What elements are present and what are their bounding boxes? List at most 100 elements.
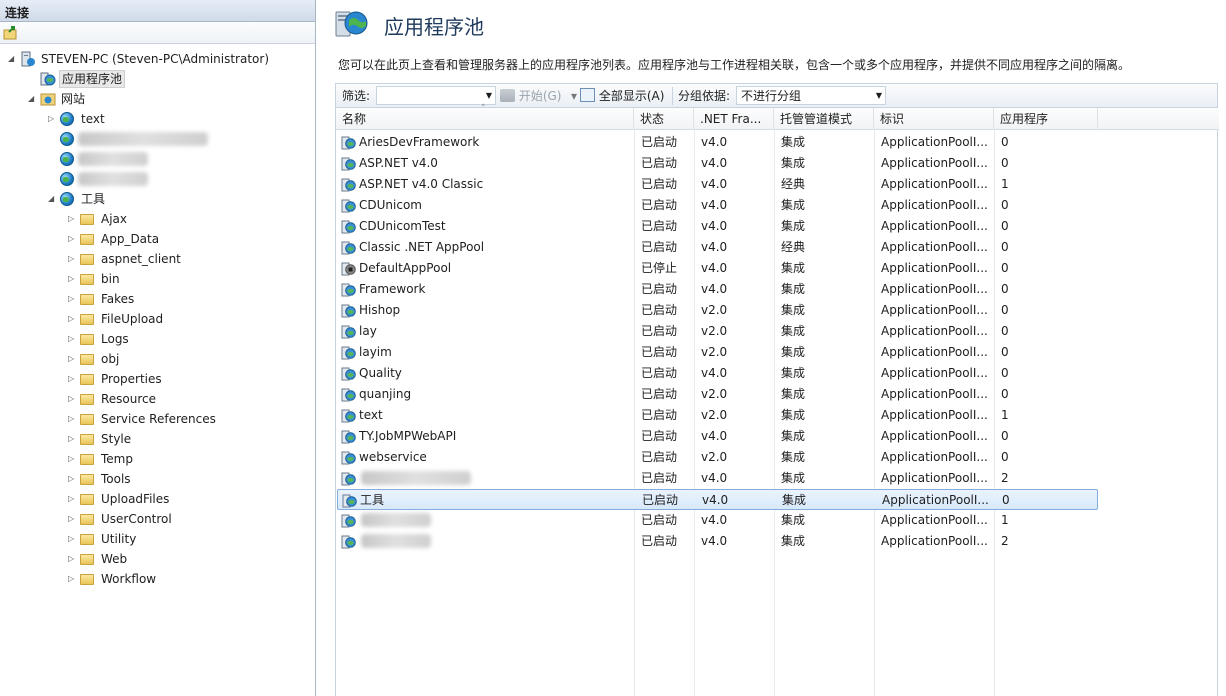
column-header[interactable]: 应用程序 — [994, 108, 1098, 130]
tree-node-label: Ajax — [101, 212, 127, 226]
expander-icon[interactable]: ▷ — [68, 550, 77, 568]
table-cell: v2.0 — [701, 303, 728, 317]
expander-icon[interactable]: ▷ — [68, 410, 77, 428]
table-row[interactable]: DefaultAppPool 已停止 v4.0 集成 ApplicationPoolI.… — [337, 258, 1098, 279]
table-row[interactable]: Quality 已启动 v4.0 集成 ApplicationPoolI... 0 — [337, 363, 1098, 384]
tree-node-label: Workflow — [101, 572, 157, 586]
expander-icon[interactable]: ◢ — [48, 190, 57, 208]
table-cell: 0 — [1001, 345, 1009, 359]
table-row[interactable]: lay 已启动 v2.0 集成 ApplicationPoolI... 0 — [337, 321, 1098, 342]
table-cell: 0 — [1001, 324, 1009, 338]
table-row[interactable]: ASP.NET v4.0 Classic 已启动 v4.0 经典 Application… — [337, 174, 1098, 195]
show-all-button[interactable]: 全部显示(A) — [580, 88, 664, 104]
table-cell: Hishop — [359, 303, 401, 317]
expander-icon[interactable]: ▷ — [68, 470, 77, 488]
table-cell: v4.0 — [701, 135, 728, 149]
table-cell: TY.JobMPWebAPI — [359, 429, 457, 443]
folder-icon — [80, 251, 96, 267]
expander-icon[interactable]: ▷ — [68, 330, 77, 348]
table-cell: 工具 — [360, 493, 385, 507]
tree-node-label: Temp — [101, 452, 133, 466]
expander-icon[interactable]: ▷ — [68, 230, 77, 248]
table-row[interactable]: CDUnicomTest 已启动 v4.0 集成 ApplicationPoolI...… — [337, 216, 1098, 237]
folder-icon — [80, 311, 96, 327]
expander-icon[interactable]: ▷ — [68, 490, 77, 508]
expander-icon[interactable]: ◢ — [28, 90, 37, 108]
table-cell: v4.0 — [701, 240, 728, 254]
table-cell: 集成 — [781, 324, 806, 338]
groupby-select[interactable]: 不进行分组 ▼ — [736, 86, 886, 105]
table-row[interactable]: 工具 已启动 v4.0 集成 ApplicationPoolI... 0 — [337, 489, 1098, 510]
table-row[interactable]: Hishop 已启动 v2.0 集成 ApplicationPoolI... 0 — [337, 300, 1098, 321]
table-cell: v2.0 — [701, 345, 728, 359]
app-pool-icon — [341, 450, 356, 465]
connections-toolbar — [0, 22, 315, 44]
table-cell: 集成 — [781, 303, 806, 317]
table-row[interactable]: Framework 已启动 v4.0 集成 ApplicationPoolI... 0 — [337, 279, 1098, 300]
table-cell: 已启动 — [642, 493, 679, 507]
folder-icon — [80, 231, 96, 247]
table-row[interactable]: Classic .NET AppPool 已启动 v4.0 经典 Application… — [337, 237, 1098, 258]
expander-icon[interactable]: ▷ — [48, 110, 57, 128]
table-row[interactable]: text 已启动 v2.0 集成 ApplicationPoolI... 1 — [337, 405, 1098, 426]
column-header[interactable]: 托管管道模式 — [774, 108, 874, 130]
table-cell: 已启动 — [641, 198, 678, 212]
table-cell: ApplicationPoolI... — [881, 324, 988, 338]
folder-icon — [80, 351, 96, 367]
redacted-label — [78, 152, 148, 166]
expander-icon[interactable]: ▷ — [68, 310, 77, 328]
table-row[interactable]: 已启动 v4.0 集成 ApplicationPoolI... 2 — [337, 468, 1098, 489]
table-cell: 1 — [1001, 408, 1009, 422]
table-cell: 0 — [1001, 240, 1009, 254]
expander-icon[interactable]: ▷ — [68, 570, 77, 588]
table-row[interactable]: layim 已启动 v2.0 集成 ApplicationPoolI... 0 — [337, 342, 1098, 363]
tree-node-label: text — [81, 112, 105, 126]
redacted-label — [361, 513, 431, 527]
expander-icon[interactable]: ▷ — [68, 370, 77, 388]
column-header[interactable]: 标识 — [874, 108, 994, 130]
table-cell: layim — [359, 345, 392, 359]
sites-folder-icon — [40, 91, 56, 107]
tree-node-label: 工具 — [81, 192, 106, 206]
expander-icon[interactable]: ▷ — [68, 450, 77, 468]
expander-icon[interactable]: ▷ — [68, 250, 77, 268]
filter-input[interactable]: ▼ — [376, 86, 496, 105]
column-header[interactable]: 状态 — [634, 108, 694, 130]
table-cell: v2.0 — [701, 387, 728, 401]
folder-icon — [80, 391, 96, 407]
table-cell: AriesDevFramework — [359, 135, 480, 149]
show-all-label: 全部显示(A) — [598, 89, 665, 103]
expander-icon[interactable]: ▷ — [68, 270, 77, 288]
table-cell: lay — [359, 324, 377, 338]
page-title: 应用程序池 — [384, 15, 484, 39]
go-button-label: 开始(G) — [518, 89, 562, 103]
table-row[interactable]: TY.JobMPWebAPI 已启动 v4.0 集成 ApplicationPoolI.… — [337, 426, 1098, 447]
column-header[interactable]: .NET Fra... — [694, 108, 774, 130]
table-row[interactable]: 已启动 v4.0 集成 ApplicationPoolI... 1 — [337, 510, 1098, 531]
go-dropdown-arrow-icon[interactable]: ▾ — [571, 88, 577, 104]
app-pool-icon — [40, 71, 56, 87]
expander-icon[interactable]: ▷ — [68, 350, 77, 368]
connect-icon[interactable] — [3, 25, 19, 40]
table-cell: v4.0 — [701, 177, 728, 191]
table-cell: 集成 — [781, 387, 806, 401]
table-row[interactable]: AriesDevFramework 已启动 v4.0 集成 ApplicationPoo… — [337, 132, 1098, 153]
groupby-value: 不进行分组 — [741, 89, 802, 103]
table-row[interactable]: 已启动 v4.0 集成 ApplicationPoolI... 2 — [337, 531, 1098, 552]
table-row[interactable]: CDUnicom 已启动 v4.0 集成 ApplicationPoolI... 0 — [337, 195, 1098, 216]
globe-icon — [60, 191, 76, 207]
expander-icon[interactable]: ▷ — [68, 390, 77, 408]
table-row[interactable]: quanjing 已启动 v2.0 集成 ApplicationPoolI... 0 — [337, 384, 1098, 405]
expander-icon[interactable]: ▷ — [68, 210, 77, 228]
expander-icon[interactable]: ▷ — [68, 530, 77, 548]
table-row[interactable]: webservice 已启动 v2.0 集成 ApplicationPoolI... 0 — [337, 447, 1098, 468]
table-row[interactable]: ASP.NET v4.0 已启动 v4.0 集成 ApplicationPoolI...… — [337, 153, 1098, 174]
expander-icon[interactable]: ▷ — [68, 430, 77, 448]
table-cell: 0 — [1001, 198, 1009, 212]
expander-icon[interactable]: ▷ — [68, 290, 77, 308]
expander-icon[interactable]: ▷ — [68, 510, 77, 528]
go-button[interactable]: 开始(G) — [500, 88, 562, 104]
table-cell: 已启动 — [641, 408, 678, 422]
table-cell: 集成 — [781, 534, 806, 548]
expander-icon[interactable]: ◢ — [8, 50, 17, 68]
